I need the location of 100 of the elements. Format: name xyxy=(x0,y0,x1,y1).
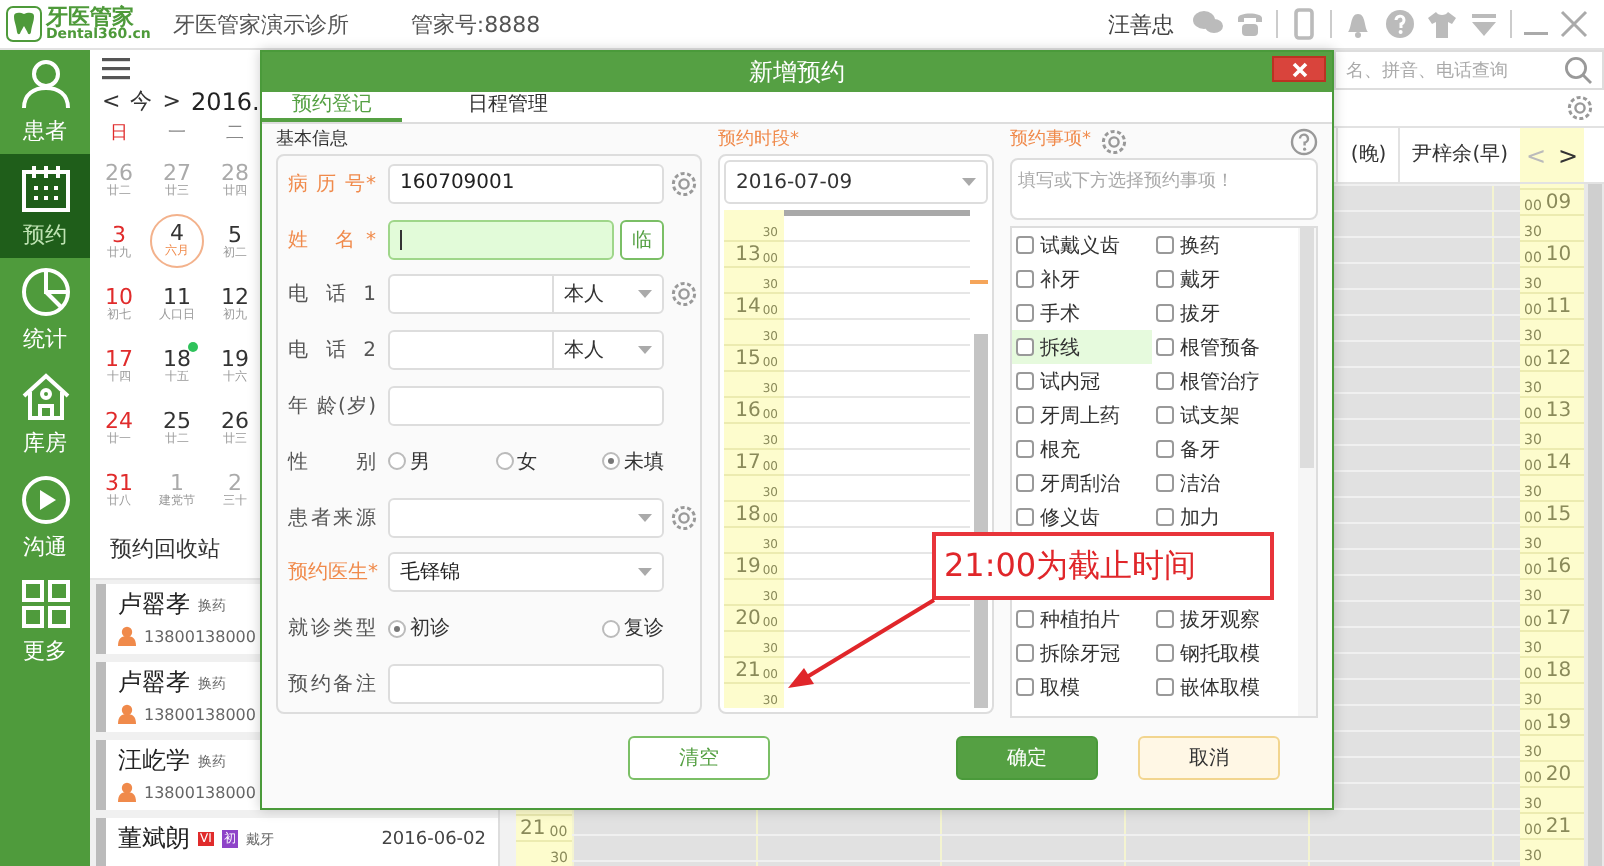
checkbox[interactable] xyxy=(1016,372,1035,390)
checkbox[interactable] xyxy=(1016,270,1035,288)
time-hour: 10 xyxy=(1545,246,1572,266)
checkbox[interactable] xyxy=(1156,474,1175,492)
input-field[interactable]: 160709001 xyxy=(388,163,664,204)
checkbox-option[interactable]: 换药 xyxy=(1152,228,1293,262)
shirt-icon[interactable] xyxy=(1426,8,1458,40)
checkbox-option[interactable]: 根管预备 xyxy=(1152,330,1293,364)
input-field[interactable] xyxy=(388,386,664,427)
time-hour: 17 xyxy=(735,454,761,474)
radio-button[interactable] xyxy=(602,452,620,471)
radio-button[interactable] xyxy=(602,619,620,638)
checkbox-option[interactable]: 拆线 xyxy=(1012,330,1153,364)
checkbox[interactable] xyxy=(1156,678,1175,696)
time-hour: 13 xyxy=(1545,402,1572,422)
radio-label: 初诊 xyxy=(410,615,450,643)
patient-name: 汪屹学 xyxy=(118,744,190,778)
search-icon xyxy=(1564,56,1592,84)
checkbox[interactable] xyxy=(1156,508,1175,526)
field-label: 就诊类型 xyxy=(288,615,376,643)
checkbox[interactable] xyxy=(1156,270,1175,288)
checkbox[interactable] xyxy=(1016,508,1035,526)
help-icon[interactable] xyxy=(1290,127,1318,155)
checkbox[interactable] xyxy=(1016,610,1035,628)
checkbox-option[interactable]: 拆除牙冠 xyxy=(1012,636,1153,670)
checkbox-option[interactable]: 取模 xyxy=(1012,670,1153,704)
input-field[interactable] xyxy=(388,664,664,705)
phone-number: 13800138000 xyxy=(144,783,256,801)
checkbox[interactable] xyxy=(1016,644,1035,662)
checkbox-option[interactable]: 洁治 xyxy=(1152,466,1293,500)
checkbox[interactable] xyxy=(1156,440,1175,458)
checkbox[interactable] xyxy=(1016,440,1035,458)
checkbox-option[interactable]: 备牙 xyxy=(1152,432,1293,466)
checkbox-option[interactable]: 试支架 xyxy=(1152,398,1293,432)
checkbox[interactable] xyxy=(1016,406,1035,424)
settings-icon[interactable] xyxy=(670,503,698,532)
radio-button[interactable] xyxy=(388,619,406,638)
scrollbar[interactable] xyxy=(1300,228,1314,468)
checkbox-option[interactable]: 嵌体取模 xyxy=(1152,670,1293,704)
scrollbar[interactable] xyxy=(1587,184,1601,866)
settings-icon[interactable] xyxy=(1566,94,1594,122)
checkbox-option[interactable]: 加力 xyxy=(1152,500,1293,534)
time-hour: 20 xyxy=(735,610,761,630)
radio-button[interactable] xyxy=(495,452,513,471)
menu-icon[interactable] xyxy=(102,55,130,79)
next-button[interactable]: > xyxy=(1557,141,1579,169)
checkbox[interactable] xyxy=(1156,304,1175,322)
time-hour: 11 xyxy=(1545,298,1572,318)
time-hour: 16 xyxy=(735,402,761,422)
checkbox[interactable] xyxy=(1156,236,1175,254)
settings-icon[interactable] xyxy=(670,280,698,309)
checkbox[interactable] xyxy=(1156,406,1175,424)
checkbox-option[interactable]: 补牙 xyxy=(1012,262,1153,296)
close-icon xyxy=(1291,61,1307,77)
patient-name: 董斌朗 xyxy=(118,822,190,856)
checkbox-option[interactable]: 牙周刮治 xyxy=(1012,466,1153,500)
checkbox-option[interactable]: 戴牙 xyxy=(1152,262,1293,296)
mobile-icon[interactable] xyxy=(1288,8,1320,40)
checkbox[interactable] xyxy=(1016,236,1035,254)
checkbox-option[interactable]: 根管治疗 xyxy=(1152,364,1293,398)
checkbox[interactable] xyxy=(1156,338,1175,356)
checkbox[interactable] xyxy=(1156,372,1175,390)
help-icon[interactable] xyxy=(1384,8,1416,40)
checkbox[interactable] xyxy=(1016,338,1035,356)
checkbox-option[interactable]: 拔牙 xyxy=(1152,296,1293,330)
close-icon[interactable] xyxy=(1560,8,1588,40)
date-dropdown[interactable]: 2016-07-09 xyxy=(724,160,989,204)
close-button[interactable] xyxy=(1272,56,1326,82)
checkbox-option[interactable]: 钢托取模 xyxy=(1152,636,1293,670)
radio-button[interactable] xyxy=(388,452,406,471)
tab[interactable]: 日程管理 xyxy=(438,92,578,122)
checkbox[interactable] xyxy=(1016,678,1035,696)
calendar-icon xyxy=(19,162,71,214)
checkbox[interactable] xyxy=(1156,610,1175,628)
checkbox-option[interactable]: 修义齿 xyxy=(1012,500,1153,534)
today-button[interactable]: 今 xyxy=(130,86,153,116)
sidebar-item[interactable]: 预约 xyxy=(0,154,90,258)
checkbox-option[interactable]: 种植拍片 xyxy=(1012,602,1153,636)
time-hour: 18 xyxy=(1545,662,1572,682)
checkbox-option[interactable]: 根充 xyxy=(1012,432,1153,466)
next-button[interactable]: > xyxy=(162,88,181,114)
input-field[interactable] xyxy=(388,219,614,260)
bell-icon[interactable] xyxy=(1342,8,1374,40)
cancel-button[interactable]: 取消 xyxy=(1138,735,1280,779)
settings-icon[interactable] xyxy=(670,169,698,198)
time-hour: 17 xyxy=(1545,610,1572,630)
checkbox-option[interactable]: 试戴义齿 xyxy=(1012,228,1153,262)
settings-icon[interactable] xyxy=(1099,127,1128,155)
dropdown-icon[interactable] xyxy=(1468,8,1500,40)
checkbox[interactable] xyxy=(1156,644,1175,662)
checkbox-option[interactable]: 牙周上药 xyxy=(1012,398,1153,432)
checkbox[interactable] xyxy=(1016,474,1035,492)
user-name[interactable]: 汪善忠 xyxy=(1108,9,1174,39)
previous-button[interactable]: < xyxy=(102,88,121,114)
checkbox[interactable] xyxy=(1016,304,1035,322)
checkbox-option[interactable]: 试内冠 xyxy=(1012,364,1153,398)
dropdown[interactable]: 毛铎锦 xyxy=(388,552,664,593)
phone-icon[interactable] xyxy=(1234,8,1266,40)
checkbox-option[interactable]: 拔牙观察 xyxy=(1152,602,1293,636)
checkbox-option[interactable]: 手术 xyxy=(1012,296,1153,330)
